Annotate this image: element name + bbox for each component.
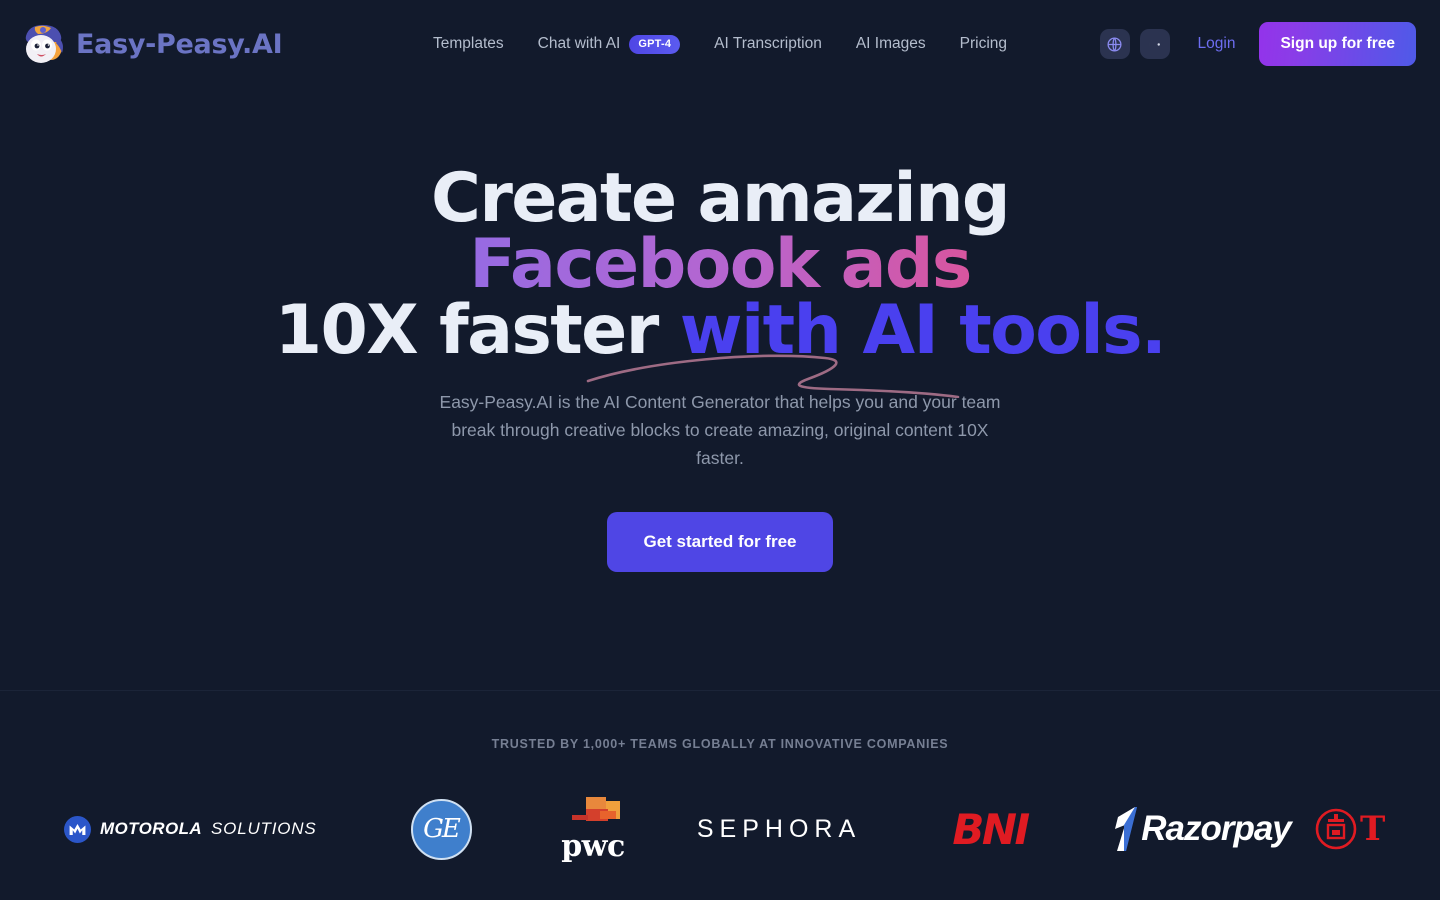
brand-name: Easy-Peasy.AI	[76, 28, 283, 60]
nav-item-ai-images-label: AI Images	[855, 35, 926, 52]
nav-item-ai-transcription-label: AI Transcription	[714, 35, 822, 52]
nav-links: Templates Chat with AI GPT-4 AI Transcri…	[433, 34, 1007, 54]
headline-line-3-accent: with AI tools.	[679, 291, 1167, 370]
brand-logo[interactable]: Easy-Peasy.AI	[20, 22, 283, 66]
nav-actions: Login Sign up for free	[1099, 22, 1416, 66]
globe-icon	[1107, 36, 1122, 52]
headline-line-1: Create amazing	[431, 159, 1011, 238]
cta-container: Get started for free	[0, 512, 1440, 572]
logo-razorpay: Razorpay	[1090, 807, 1314, 851]
logo-partial-red: T	[1314, 807, 1434, 851]
language-switcher-button[interactable]	[1099, 29, 1130, 59]
theme-toggle-button[interactable]	[1139, 29, 1170, 59]
headline-line-3-plain: 10X faster	[274, 291, 680, 370]
trusted-by-label: TRUSTED BY 1,000+ TEAMS GLOBALLY AT INNO…	[491, 737, 949, 751]
moon-icon	[1149, 37, 1160, 51]
client-logo-row: MOTOROLA SOLUTIONS GE pwc SEPHORA BNI Ra…	[0, 789, 1440, 869]
sephora-wordmark: SEPHORA	[696, 814, 862, 843]
nav-item-ai-images[interactable]: AI Images	[856, 35, 926, 53]
trusted-by-section: TRUSTED BY 1,000+ TEAMS GLOBALLY AT INNO…	[0, 690, 1440, 869]
razorpay-wordmark: Razorpay	[1141, 809, 1292, 848]
nav-item-ai-transcription[interactable]: AI Transcription	[714, 35, 822, 53]
razorpay-mark-icon	[1115, 807, 1138, 851]
top-navigation-bar: Easy-Peasy.AI Templates Chat with AI GPT…	[0, 0, 1440, 88]
partial-logo-text: T	[1360, 809, 1386, 849]
hero-section: Create amazing Facebook ads 10X faster w…	[0, 88, 1440, 572]
nav-item-chat-with-ai[interactable]: Chat with AI GPT-4	[537, 34, 681, 54]
ge-wordmark: GE	[423, 814, 461, 844]
motorola-solutions-wordmark: SOLUTIONS	[211, 819, 317, 838]
mascot-icon	[25, 25, 63, 63]
login-link[interactable]: Login	[1198, 35, 1236, 53]
bni-wordmark: BNI	[952, 804, 1030, 854]
page-title: Create amazing Facebook ads 10X faster w…	[275, 159, 1167, 365]
pwc-wordmark: pwc	[561, 828, 625, 864]
pwc-blocks-icon	[572, 796, 620, 821]
logo-motorola-solutions: MOTOROLA SOLUTIONS	[64, 815, 364, 843]
nav-item-pricing[interactable]: Pricing	[960, 35, 1007, 53]
headline-line-3: 10X faster with AI tools.	[275, 297, 1167, 365]
chinese-seal-icon	[1315, 808, 1357, 850]
nav-item-chat-with-ai-label: Chat with AI	[537, 35, 621, 52]
gpt4-badge: GPT-4	[629, 34, 681, 54]
logo-ge: GE	[364, 798, 518, 860]
nav-item-pricing-label: Pricing	[959, 35, 1008, 52]
logo-pwc: pwc	[518, 795, 668, 864]
headline-line-2: Facebook ads	[275, 231, 1165, 299]
motorola-batwing-icon	[69, 823, 86, 835]
headline-wrapper: Create amazing Facebook ads 10X faster w…	[275, 159, 1167, 398]
motorola-wordmark: MOTOROLA	[100, 819, 203, 838]
ge-monogram-icon: GE	[410, 798, 472, 860]
motorola-m-icon	[64, 815, 91, 843]
logo-sephora: SEPHORA	[668, 815, 890, 844]
get-started-button[interactable]: Get started for free	[607, 512, 833, 572]
signup-button[interactable]: Sign up for free	[1259, 22, 1416, 66]
logo-bni: BNI	[890, 805, 1090, 854]
nav-item-templates-label: Templates	[432, 35, 504, 52]
nav-item-templates[interactable]: Templates	[433, 35, 504, 53]
hero-subtitle: Easy-Peasy.AI is the AI Content Generato…	[439, 392, 1001, 468]
